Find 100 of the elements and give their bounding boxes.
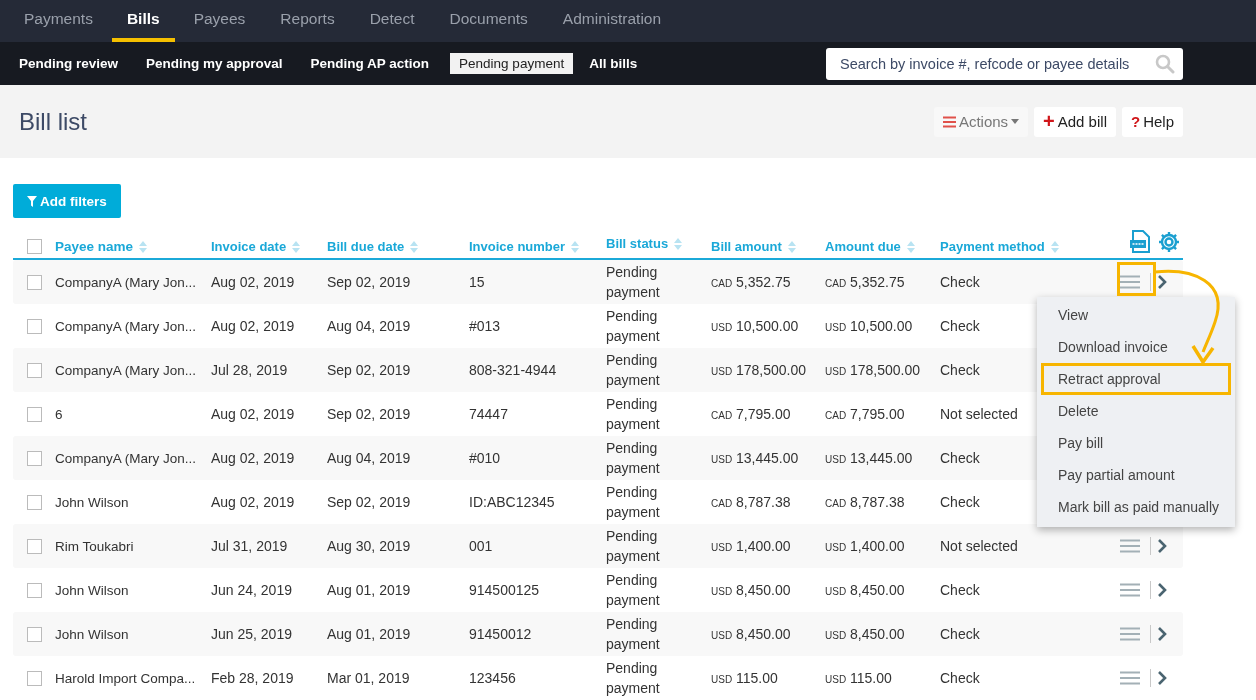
table-cell: 914500125 <box>469 582 540 598</box>
table-cell: USD 8,450.00 <box>711 582 791 598</box>
filter-tab[interactable]: Pending my approval <box>146 53 283 74</box>
sort-icon[interactable] <box>787 240 796 253</box>
row-checkbox[interactable] <box>26 318 42 334</box>
table-cell: Check <box>940 582 980 598</box>
table-cell: USD 178,500.00 <box>825 362 921 378</box>
menu-item[interactable]: Pay bill <box>1041 427 1231 459</box>
filter-tab[interactable]: Pending review <box>19 53 119 74</box>
sort-icon[interactable] <box>139 240 148 253</box>
table-cell: John Wilson <box>55 626 129 642</box>
table-cell: Aug 02, 2019 <box>211 274 295 290</box>
table-cell: 123456 <box>469 670 516 686</box>
table-cell: Check <box>940 318 980 334</box>
menu-item[interactable]: Pay partial amount <box>1041 459 1231 491</box>
table-cell: Aug 02, 2019 <box>211 318 295 334</box>
menu-icon[interactable] <box>1120 583 1140 597</box>
table-cell-text: Pending payment <box>606 615 661 654</box>
search-icon[interactable] <box>1155 53 1175 74</box>
table-cell-text: Pending payment <box>606 439 661 478</box>
table-cell: Aug 04, 2019 <box>327 318 411 334</box>
table-cell: 001 <box>469 538 493 554</box>
csv-file-icon[interactable] <box>1129 230 1151 254</box>
table-cell: USD 115.00 <box>825 670 892 686</box>
sort-icon[interactable] <box>571 240 580 253</box>
row-checkbox[interactable] <box>26 582 42 598</box>
table-cell: USD 13,445.00 <box>711 450 799 466</box>
nav-tab[interactable]: Payments <box>23 0 94 42</box>
menu-icon[interactable] <box>1120 275 1140 289</box>
nav-tab[interactable]: Detect <box>368 0 416 42</box>
sort-icon[interactable] <box>674 238 683 250</box>
settings-icon[interactable] <box>1157 230 1181 254</box>
sort-icon[interactable] <box>292 240 301 253</box>
table-cell: Sep 02, 2019 <box>327 494 411 510</box>
menu-item[interactable]: Retract approval <box>1041 363 1231 395</box>
table-cell: 6 <box>55 406 63 422</box>
filter-tab[interactable]: Pending AP action <box>310 53 430 74</box>
table-cell: CompanyA (Mary Jon... <box>55 274 197 290</box>
table-cell: Check <box>940 274 980 290</box>
table-cell-text: Pending payment <box>606 483 661 522</box>
menu-icon[interactable] <box>1120 539 1140 553</box>
menu-item[interactable]: Delete <box>1041 395 1231 427</box>
chevron-right-icon[interactable] <box>1157 582 1167 598</box>
row-checkbox[interactable] <box>26 494 42 510</box>
menu-icon[interactable] <box>1120 671 1140 685</box>
table-cell-text: Pending payment <box>606 395 661 434</box>
menu-item[interactable]: Mark bill as paid manually <box>1041 491 1231 523</box>
nav-tab[interactable]: Payees <box>192 0 247 42</box>
table-cell: Harold Import Compa... <box>55 670 196 686</box>
table-cell: Check <box>940 494 980 510</box>
table-cell: 91450012 <box>469 626 532 642</box>
table-cell: 74447 <box>469 406 508 422</box>
menu-icon[interactable] <box>1120 627 1140 641</box>
row-checkbox[interactable] <box>26 670 42 686</box>
row-checkbox[interactable] <box>26 538 42 554</box>
add-bill-button[interactable]: +Add bill <box>1034 106 1116 137</box>
chevron-right-icon[interactable] <box>1157 670 1167 686</box>
table-cell-text: Pending payment <box>606 571 661 610</box>
row-checkbox[interactable] <box>26 274 42 290</box>
chevron-right-icon[interactable] <box>1157 274 1167 290</box>
table-cell: Sep 02, 2019 <box>327 406 411 422</box>
nav-tab[interactable]: Documents <box>448 0 529 42</box>
table-cell: CAD 5,352.75 <box>825 274 905 290</box>
table-cell: Check <box>940 670 980 686</box>
table-cell: USD 10,500.00 <box>825 318 913 334</box>
chevron-right-icon[interactable] <box>1157 626 1167 642</box>
sort-icon[interactable] <box>1050 240 1059 253</box>
row-checkbox[interactable] <box>26 626 42 642</box>
caret-icon <box>1011 119 1020 124</box>
table-cell: USD 1,400.00 <box>825 538 905 554</box>
filter-tab[interactable]: Pending payment <box>450 53 574 74</box>
table-cell: Jul 28, 2019 <box>211 362 288 378</box>
row-checkbox[interactable] <box>26 406 42 422</box>
page-title: Bill list <box>19 107 87 136</box>
nav-tab[interactable]: Reports <box>279 0 336 42</box>
table-cell: CompanyA (Mary Jon... <box>55 318 197 334</box>
row-checkbox[interactable] <box>26 362 42 378</box>
table-cell: John Wilson <box>55 582 129 598</box>
table-cell: Aug 01, 2019 <box>327 626 411 642</box>
table-cell: Aug 04, 2019 <box>327 450 411 466</box>
table-cell: Aug 02, 2019 <box>211 406 295 422</box>
menu-item[interactable]: Download invoice <box>1041 331 1231 363</box>
table-cell-text: Pending payment <box>606 263 661 302</box>
help-button[interactable]: ? Help <box>1121 106 1183 137</box>
table-cell: Jun 25, 2019 <box>211 626 292 642</box>
sort-icon[interactable] <box>906 240 915 253</box>
select-all-checkbox[interactable] <box>26 239 42 254</box>
search-field[interactable]: Search by invoice #, refcode or payee details <box>826 47 1183 80</box>
sort-icon[interactable] <box>410 240 419 253</box>
actions-button[interactable]: Actions <box>933 106 1029 137</box>
table-cell: Aug 02, 2019 <box>211 450 295 466</box>
nav-tab[interactable]: Administration <box>561 0 663 42</box>
table-cell: CAD 8,787.38 <box>825 494 905 510</box>
menu-item[interactable]: View <box>1041 299 1231 331</box>
table-cell: Jun 24, 2019 <box>211 582 292 598</box>
table-cell: Rim Toukabri <box>55 538 134 554</box>
filter-tab[interactable]: All bills <box>589 53 638 74</box>
table-cell: #010 <box>469 450 501 466</box>
row-checkbox[interactable] <box>26 450 42 466</box>
chevron-right-icon[interactable] <box>1157 538 1167 554</box>
